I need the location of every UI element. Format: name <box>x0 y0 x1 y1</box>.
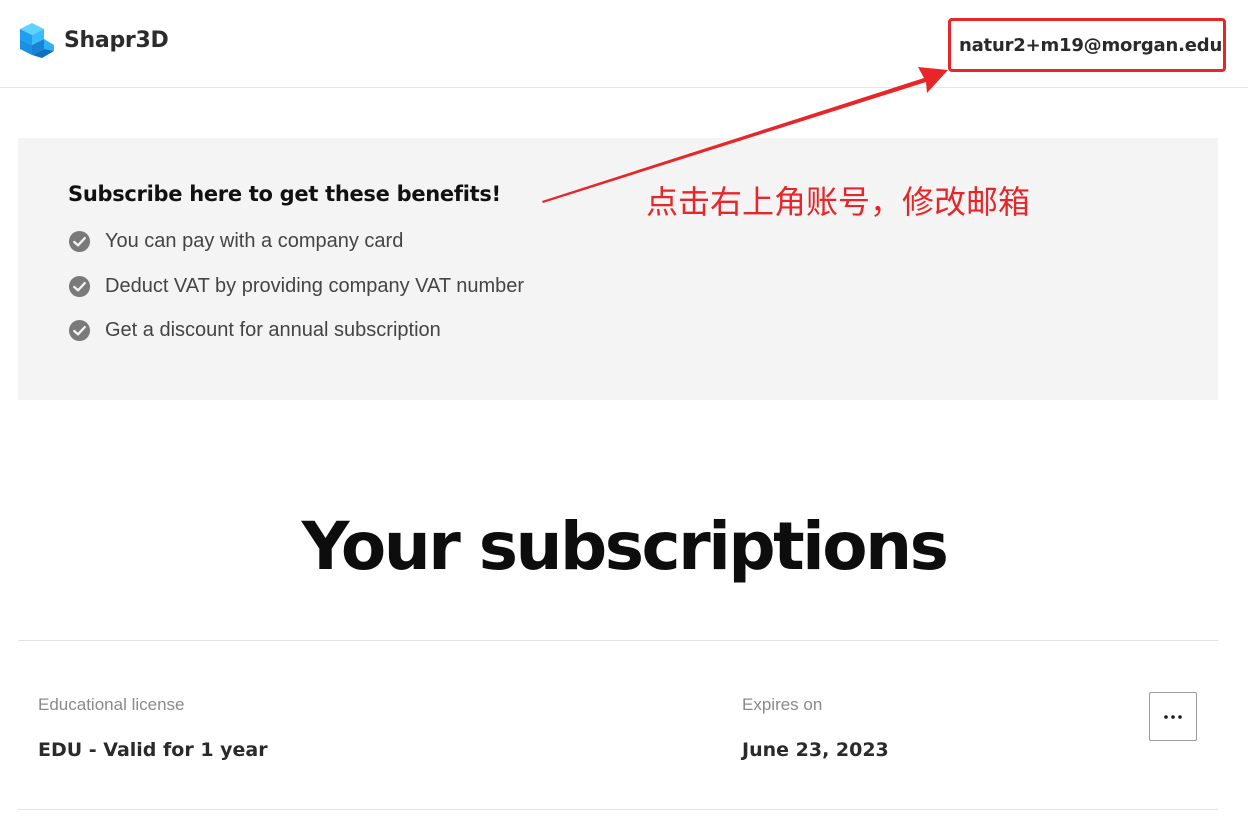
expires-date: June 23, 2023 <box>742 739 889 761</box>
expires-label: Expires on <box>742 695 823 714</box>
more-horizontal-icon <box>1164 714 1182 719</box>
divider <box>18 640 1218 641</box>
top-header: Shapr3D natur2+m19@morgan.edu <box>0 0 1248 88</box>
check-circle-icon <box>68 230 91 253</box>
shapr3d-logo[interactable]: Shapr3D <box>18 21 169 59</box>
license-type-label: Educational license <box>38 695 185 714</box>
divider <box>18 809 1218 810</box>
license-type-value: EDU - Valid for 1 year <box>38 739 268 761</box>
benefit-item: Deduct VAT by providing company VAT numb… <box>68 275 524 298</box>
check-circle-icon <box>68 319 91 342</box>
subscriptions-title: Your subscriptions <box>301 508 949 585</box>
account-menu-button[interactable]: natur2+m19@morgan.edu <box>948 18 1226 72</box>
benefit-item: You can pay with a company card <box>68 230 403 253</box>
logo-text: Shapr3D <box>64 27 169 53</box>
benefit-item: Get a discount for annual subscription <box>68 319 441 342</box>
benefits-panel: Subscribe here to get these benefits! Yo… <box>18 138 1218 400</box>
annotation-text: 点击右上角账号，修改邮箱 <box>646 183 1031 221</box>
benefit-label: Deduct VAT by providing company VAT numb… <box>105 275 525 297</box>
benefit-label: Get a discount for annual subscription <box>105 319 441 341</box>
account-email: natur2+m19@morgan.edu <box>959 34 1223 56</box>
shapr3d-logo-icon <box>20 23 54 58</box>
annotation-arrow <box>542 67 948 203</box>
check-circle-icon <box>68 275 91 298</box>
subscription-more-button[interactable] <box>1149 692 1197 741</box>
benefit-label: You can pay with a company card <box>105 230 404 252</box>
benefits-title: Subscribe here to get these benefits! <box>68 182 501 206</box>
